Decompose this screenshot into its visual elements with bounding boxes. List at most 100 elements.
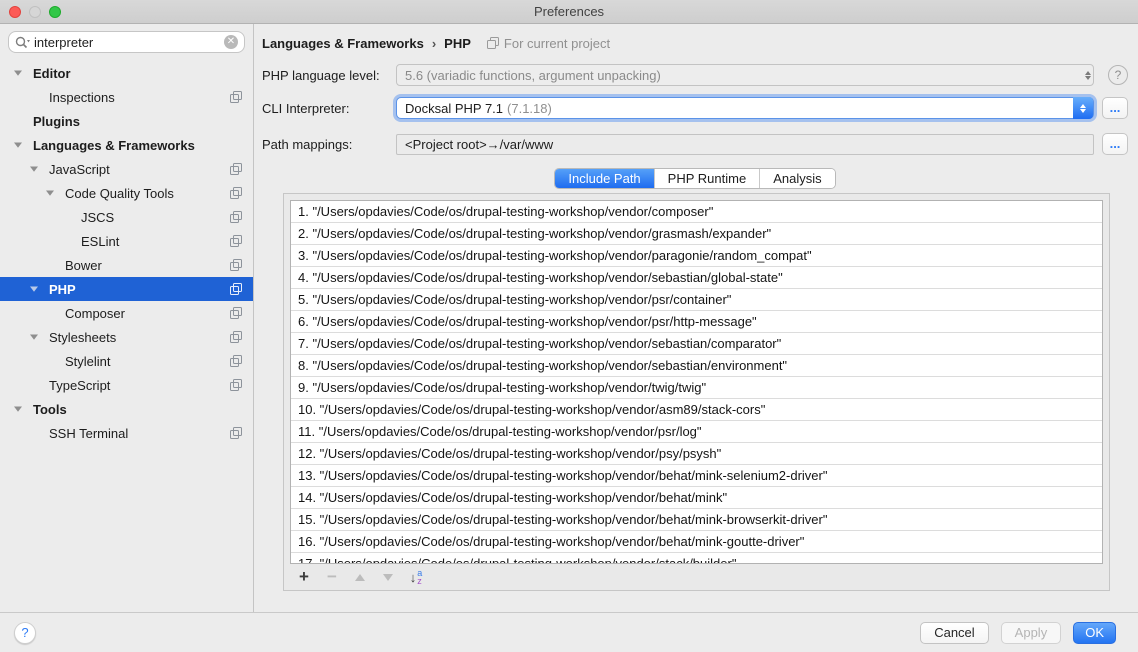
sidebar-item-label: Stylelint (65, 354, 111, 369)
close-window-button[interactable] (9, 6, 21, 18)
breadcrumb-parent[interactable]: Languages & Frameworks (262, 36, 424, 51)
minimize-window-button[interactable] (29, 6, 41, 18)
cli-interpreter-browse-button[interactable]: ... (1102, 97, 1128, 119)
sidebar-item-label: ESLint (81, 234, 119, 249)
include-path-row[interactable]: 10. "/Users/opdavies/Code/os/drupal-test… (291, 399, 1102, 421)
sidebar-item-stylesheets[interactable]: Stylesheets (0, 325, 253, 349)
sidebar-tree: Editor Inspections Plugins Languages & F… (0, 61, 253, 445)
include-path-row[interactable]: 8. "/Users/opdavies/Code/os/drupal-testi… (291, 355, 1102, 377)
expand-arrow-icon[interactable] (30, 333, 49, 341)
expand-arrow-icon[interactable] (14, 141, 33, 149)
include-path-row[interactable]: 3. "/Users/opdavies/Code/os/drupal-testi… (291, 245, 1102, 267)
window-controls (9, 6, 61, 18)
tabs-row: Include PathPHP RuntimeAnalysis (262, 168, 1128, 189)
remove-path-button[interactable]: − (323, 568, 341, 586)
sidebar-item-inspections[interactable]: Inspections (0, 85, 253, 109)
sidebar-item-bower[interactable]: Bower (0, 253, 253, 277)
expand-arrow-icon[interactable] (46, 189, 65, 197)
language-level-label: PHP language level: (262, 68, 396, 83)
sidebar-item-stylelint[interactable]: Stylelint (0, 349, 253, 373)
sidebar-item-label: Plugins (33, 114, 80, 129)
sidebar-item-label: Code Quality Tools (65, 186, 174, 201)
path-mappings-label: Path mappings: (262, 137, 396, 152)
path-mappings-row: Path mappings: <Project root>→/var/www .… (262, 133, 1128, 155)
sort-az-icon: a z (417, 569, 422, 585)
include-path-row[interactable]: 6. "/Users/opdavies/Code/os/drupal-testi… (291, 311, 1102, 333)
settings-page-icon (230, 427, 242, 439)
sidebar-item-code-quality-tools[interactable]: Code Quality Tools (0, 181, 253, 205)
help-button[interactable]: ? (14, 622, 36, 644)
sort-arrow-icon: ↓ (410, 570, 417, 585)
settings-page-icon (230, 379, 242, 391)
sidebar-item-php[interactable]: PHP (0, 277, 253, 301)
php-settings-tabs: Include PathPHP RuntimeAnalysis (554, 168, 835, 189)
expand-arrow-icon[interactable] (14, 69, 33, 77)
sidebar-item-label: Composer (65, 306, 125, 321)
language-level-dropdown[interactable]: 5.6 (variadic functions, argument unpack… (396, 64, 1094, 86)
sidebar-item-languages-frameworks[interactable]: Languages & Frameworks (0, 133, 253, 157)
scope-label: For current project (504, 36, 610, 51)
include-path-row[interactable]: 16. "/Users/opdavies/Code/os/drupal-test… (291, 531, 1102, 553)
breadcrumb-separator: › (432, 36, 436, 51)
add-path-button[interactable]: + (295, 568, 313, 586)
ok-button[interactable]: OK (1073, 622, 1116, 644)
window-title: Preferences (534, 4, 604, 19)
apply-button[interactable]: Apply (1001, 622, 1062, 644)
include-path-row[interactable]: 12. "/Users/opdavies/Code/os/drupal-test… (291, 443, 1102, 465)
expand-arrow-icon[interactable] (30, 165, 49, 173)
language-level-value: 5.6 (variadic functions, argument unpack… (405, 68, 661, 83)
cli-interpreter-row: CLI Interpreter: Docksal PHP 7.1 (7.1.18… (262, 97, 1128, 119)
clear-search-icon[interactable]: ✕ (224, 35, 238, 49)
zoom-window-button[interactable] (49, 6, 61, 18)
path-mappings-browse-button[interactable]: ... (1102, 133, 1128, 155)
sidebar-item-label: Inspections (49, 90, 115, 105)
include-path-row[interactable]: 2. "/Users/opdavies/Code/os/drupal-testi… (291, 223, 1102, 245)
tab-include-path[interactable]: Include Path (555, 169, 653, 188)
include-path-row[interactable]: 9. "/Users/opdavies/Code/os/drupal-testi… (291, 377, 1102, 399)
include-path-row[interactable]: 13. "/Users/opdavies/Code/os/drupal-test… (291, 465, 1102, 487)
settings-search-field[interactable]: ✕ (8, 31, 245, 53)
include-path-row[interactable]: 1. "/Users/opdavies/Code/os/drupal-testi… (291, 201, 1102, 223)
path-mappings-field[interactable]: <Project root>→/var/www (396, 134, 1094, 155)
sort-alphabetically-button[interactable]: ↓ a z (407, 569, 425, 585)
include-path-list[interactable]: 1. "/Users/opdavies/Code/os/drupal-testi… (290, 200, 1103, 564)
move-up-button[interactable] (351, 574, 369, 581)
tab-analysis[interactable]: Analysis (759, 169, 834, 188)
sidebar-item-jscs[interactable]: JSCS (0, 205, 253, 229)
chevron-up-down-icon (1073, 97, 1093, 119)
sidebar-item-tools[interactable]: Tools (0, 397, 253, 421)
dialog-footer: ? Cancel Apply OK (0, 612, 1138, 652)
expand-arrow-icon[interactable] (14, 405, 33, 413)
move-down-icon (383, 574, 393, 581)
tab-php-runtime[interactable]: PHP Runtime (654, 169, 760, 188)
expand-arrow-icon[interactable] (30, 285, 49, 293)
include-path-row[interactable]: 5. "/Users/opdavies/Code/os/drupal-testi… (291, 289, 1102, 311)
include-path-row[interactable]: 17. "/Users/opdavies/Code/os/drupal-test… (291, 553, 1102, 564)
settings-page-icon (230, 211, 242, 223)
settings-page-icon (230, 307, 242, 319)
sidebar-item-composer[interactable]: Composer (0, 301, 253, 325)
context-help-icon[interactable]: ? (1108, 65, 1128, 85)
sidebar-item-eslint[interactable]: ESLint (0, 229, 253, 253)
sidebar-item-label: Bower (65, 258, 102, 273)
php-settings-page: Languages & Frameworks › PHP For current… (254, 24, 1138, 612)
move-down-button[interactable] (379, 574, 397, 581)
sidebar-item-label: Tools (33, 402, 67, 417)
sidebar-item-typescript[interactable]: TypeScript (0, 373, 253, 397)
include-path-row[interactable]: 14. "/Users/opdavies/Code/os/drupal-test… (291, 487, 1102, 509)
cancel-button[interactable]: Cancel (920, 622, 988, 644)
include-path-row[interactable]: 11. "/Users/opdavies/Code/os/drupal-test… (291, 421, 1102, 443)
sidebar-item-javascript[interactable]: JavaScript (0, 157, 253, 181)
settings-page-icon (230, 259, 242, 271)
cli-interpreter-label: CLI Interpreter: (262, 101, 396, 116)
include-path-row[interactable]: 15. "/Users/opdavies/Code/os/drupal-test… (291, 509, 1102, 531)
include-path-row[interactable]: 4. "/Users/opdavies/Code/os/drupal-testi… (291, 267, 1102, 289)
search-input[interactable] (34, 35, 224, 50)
sidebar-item-label: JavaScript (49, 162, 110, 177)
sidebar-item-plugins[interactable]: Plugins (0, 109, 253, 133)
cli-interpreter-dropdown[interactable]: Docksal PHP 7.1 (7.1.18) (396, 97, 1094, 119)
sidebar-item-ssh-terminal[interactable]: SSH Terminal (0, 421, 253, 445)
include-path-row[interactable]: 7. "/Users/opdavies/Code/os/drupal-testi… (291, 333, 1102, 355)
breadcrumb: Languages & Frameworks › PHP For current… (262, 33, 1128, 53)
sidebar-item-editor[interactable]: Editor (0, 61, 253, 85)
